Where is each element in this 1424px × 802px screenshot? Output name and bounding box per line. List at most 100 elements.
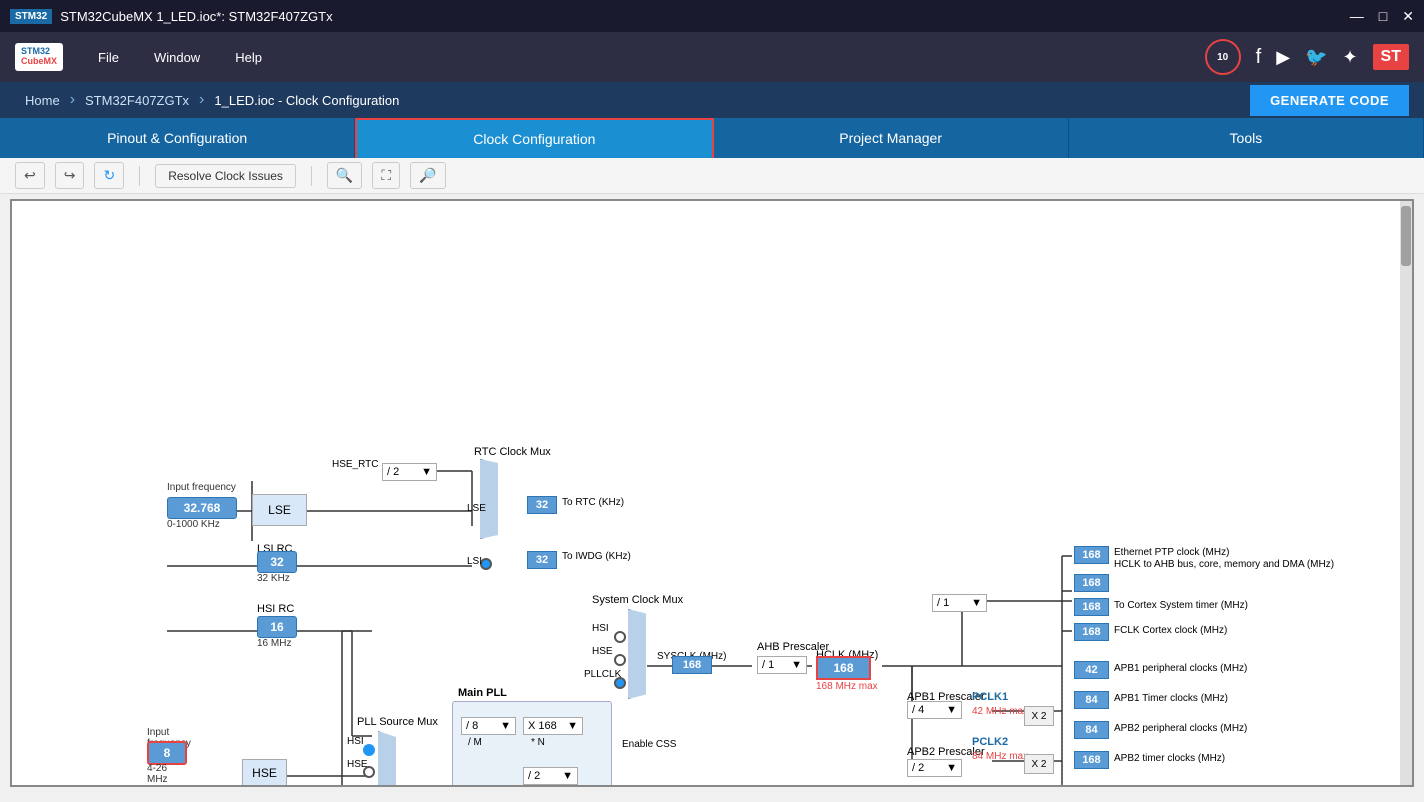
hclk-value: 168 xyxy=(816,656,871,680)
input-freq-2-range: 4-26 MHz xyxy=(147,763,187,785)
rtc-mux-label: RTC Clock Mux xyxy=(474,446,551,458)
hse-block[interactable]: HSE xyxy=(242,759,287,785)
scrollbar-thumb[interactable] xyxy=(1401,206,1411,266)
hse-rtc-label: HSE_RTC xyxy=(332,459,379,470)
breadcrumb-home[interactable]: Home xyxy=(15,93,70,108)
sysclk-value: 168 xyxy=(672,656,712,674)
toolbar: ↩ ↪ ↻ Resolve Clock Issues 🔍 ⛶ 🔎 xyxy=(0,158,1424,194)
tab-clock[interactable]: Clock Configuration xyxy=(355,118,713,158)
to-rtc-label: To RTC (KHz) xyxy=(562,497,624,508)
undo-button[interactable]: ↩ xyxy=(15,162,45,189)
breadcrumb-chip[interactable]: STM32F407ZGTx xyxy=(75,93,199,108)
breadcrumb: Home › STM32F407ZGTx › 1_LED.ioc - Clock… xyxy=(0,82,1424,118)
cortex-sys-label: To Cortex System timer (MHz) xyxy=(1114,600,1248,611)
apb1-42-label: APB1 peripheral clocks (MHz) xyxy=(1114,663,1247,674)
input-freq-2-area: Input frequency 8 4-26 MHz xyxy=(147,741,187,765)
anniversary-icon: 10 xyxy=(1205,39,1241,75)
apb1-42-value: 42 xyxy=(1074,661,1109,679)
zoom-out-button[interactable]: 🔎 xyxy=(410,162,445,189)
input-freq-1-range: 0-1000 KHz xyxy=(167,519,220,530)
close-button[interactable]: ✕ xyxy=(1402,8,1414,25)
apb2-84-value: 84 xyxy=(1074,721,1109,739)
redo-button[interactable]: ↪ xyxy=(55,162,85,189)
apb2-84-label: APB2 peripheral clocks (MHz) xyxy=(1114,723,1247,734)
zoom-in-button[interactable]: 🔍 xyxy=(327,162,362,189)
minimize-button[interactable]: — xyxy=(1350,8,1364,25)
hclk-ahb-label: HCLK to AHB bus, core, memory and DMA (M… xyxy=(1114,559,1334,570)
tab-pinout[interactable]: Pinout & Configuration xyxy=(0,118,355,158)
hse-pll-label: HSE xyxy=(347,759,368,770)
st-brand: ST xyxy=(1373,44,1409,70)
lsi-unit: 32 KHz xyxy=(257,573,290,584)
menubar: STM32CubeMX File Window Help 10 f ▶ 🐦 ✦… xyxy=(0,32,1424,82)
hclk-max: 168 MHz max xyxy=(816,681,878,692)
to-iwdg-value: 32 xyxy=(527,551,557,569)
reload-button[interactable]: ↻ xyxy=(94,162,124,189)
cortex-div-dropdown[interactable]: / 1 ▼ xyxy=(932,594,987,612)
pll-n-label: * N xyxy=(531,737,545,748)
input-freq-1-area: Input frequency 32.768 0-1000 KHz xyxy=(167,497,237,519)
tab-project[interactable]: Project Manager xyxy=(714,118,1069,158)
title-area: STM32 STM32CubeMX 1_LED.ioc*: STM32F407Z… xyxy=(10,9,333,24)
main-pll-area: Main PLL / 8 ▼ / M X 168 ▼ * N / 2 ▼ / P xyxy=(452,701,612,785)
resolve-clock-button[interactable]: Resolve Clock Issues xyxy=(155,164,296,188)
pclk1-label: PCLK1 xyxy=(972,691,1008,703)
lse-rtc-label: LSE xyxy=(467,503,486,514)
generate-code-button[interactable]: GENERATE CODE xyxy=(1250,85,1409,116)
radio-hsi-sys[interactable] xyxy=(614,631,626,643)
fclk-label: FCLK Cortex clock (MHz) xyxy=(1114,625,1227,636)
hclk-ahb-value: 168 xyxy=(1074,574,1109,592)
apb1-timer-label: APB1 Timer clocks (MHz) xyxy=(1114,693,1228,704)
pll-n-dropdown[interactable]: X 168 ▼ xyxy=(523,717,583,735)
pll-p-dropdown[interactable]: / 2 ▼ xyxy=(523,767,578,785)
apb2-timer-label: APB2 timer clocks (MHz) xyxy=(1114,753,1225,764)
apb1-prescaler-dropdown[interactable]: / 4 ▼ xyxy=(907,701,962,719)
apb2-x2: X 2 xyxy=(1024,754,1054,774)
hsi-value[interactable]: 16 xyxy=(257,616,297,638)
lse-block[interactable]: LSE xyxy=(252,494,307,526)
input-freq-1-value[interactable]: 32.768 xyxy=(167,497,237,519)
input-freq-1-label: Input frequency xyxy=(167,482,236,493)
twitter-icon[interactable]: 🐦 xyxy=(1305,47,1327,68)
radio-hse-sys[interactable] xyxy=(614,654,626,666)
hsi-sys-label: HSI xyxy=(592,623,609,634)
menu-file[interactable]: File xyxy=(83,42,134,73)
to-rtc-value: 32 xyxy=(527,496,557,514)
toolbar-sep-2 xyxy=(311,166,312,186)
pclk1-max: 42 MHz max xyxy=(972,706,1028,717)
window-controls: — □ ✕ xyxy=(1350,8,1414,25)
clock-diagram-area: Input frequency 32.768 0-1000 KHz LSE LS… xyxy=(10,199,1414,787)
menu-window[interactable]: Window xyxy=(139,42,215,73)
tabbar: Pinout & Configuration Clock Configurati… xyxy=(0,118,1424,158)
eth-ptp-label: Ethernet PTP clock (MHz) xyxy=(1114,547,1229,558)
sys-mux-label: System Clock Mux xyxy=(592,594,683,606)
to-iwdg-label: To IWDG (KHz) xyxy=(562,551,631,562)
facebook-icon[interactable]: f xyxy=(1256,46,1262,69)
pll-m-label: / M xyxy=(468,737,482,748)
radio-hsi-pll[interactable] xyxy=(363,744,375,756)
tab-tools[interactable]: Tools xyxy=(1069,118,1424,158)
pll-m-dropdown[interactable]: / 8 ▼ xyxy=(461,717,516,735)
apb2-prescaler-dropdown[interactable]: / 2 ▼ xyxy=(907,759,962,777)
lsi-value[interactable]: 32 xyxy=(257,551,297,573)
apb1-timer-value: 84 xyxy=(1074,691,1109,709)
logo-box: STM32CubeMX xyxy=(15,43,63,71)
hse-div2-dropdown[interactable]: / 2 ▼ xyxy=(382,463,437,481)
ahb-prescaler-dropdown[interactable]: / 1 ▼ xyxy=(757,656,807,674)
hsi-pll-label: HSI xyxy=(347,736,364,747)
breadcrumb-file[interactable]: 1_LED.ioc - Clock Configuration xyxy=(204,93,409,108)
maximize-button[interactable]: □ xyxy=(1379,8,1387,25)
network-icon[interactable]: ✦ xyxy=(1342,47,1357,68)
logo-text: STM32CubeMX xyxy=(21,47,57,67)
logo: STM32CubeMX xyxy=(15,43,63,71)
input-freq-2-value[interactable]: 8 xyxy=(147,741,187,765)
enable-css-label: Enable CSS xyxy=(622,739,676,750)
fit-button[interactable]: ⛶ xyxy=(372,162,400,189)
radio-pllclk-sys[interactable] xyxy=(614,677,626,689)
toolbar-sep-1 xyxy=(139,166,140,186)
youtube-icon[interactable]: ▶ xyxy=(1276,47,1290,68)
pclk2-max: 84 MHz max xyxy=(972,751,1028,762)
menu-help[interactable]: Help xyxy=(220,42,277,73)
vertical-scrollbar[interactable] xyxy=(1400,201,1412,785)
hsi-rc-label: HSI RC xyxy=(257,601,294,615)
